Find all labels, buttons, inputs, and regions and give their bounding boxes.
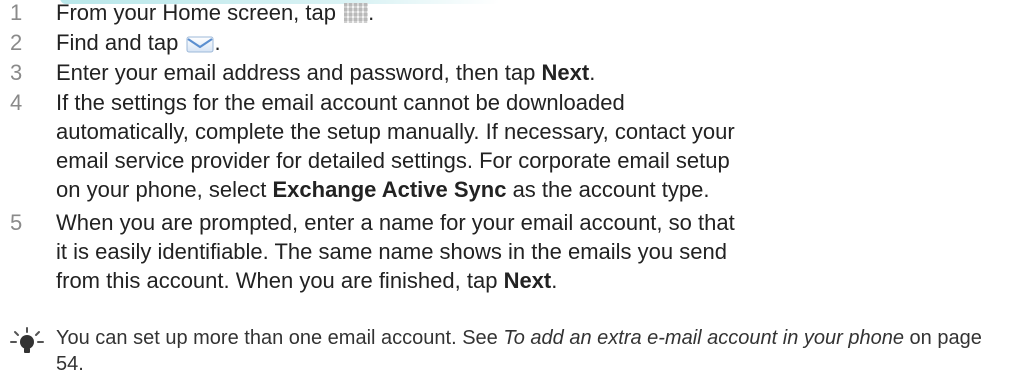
step-text: When you are prompted, enter a name for … [56, 208, 746, 295]
step-number: 4 [10, 90, 23, 115]
step-text: Find and tap . [56, 28, 746, 57]
step-text-part: . [214, 30, 221, 55]
step-text: If the settings for the email account ca… [56, 88, 746, 204]
step-number: 2 [10, 30, 23, 55]
step-text-bold: Exchange Active Sync [272, 177, 507, 202]
tip-page-reference[interactable]: To add an extra e-mail account in your p… [503, 327, 904, 349]
step-text-bold: Next [503, 268, 552, 293]
email-envelope-icon [186, 36, 214, 53]
step-text-bold: Next [541, 60, 590, 85]
step-text-part: . [589, 60, 596, 85]
step-number: 1 [10, 0, 23, 25]
app-grid-icon [344, 3, 369, 23]
step-number: 5 [10, 210, 23, 235]
tip-note: You can set up more than one email accou… [56, 325, 996, 377]
step-text-part: as the account type. [506, 177, 710, 202]
step-text: Enter your email address and password, t… [56, 58, 746, 87]
step-text-part: . [551, 268, 558, 293]
step-number: 3 [10, 60, 23, 85]
step-text-part: When you are prompted, enter a name for … [56, 210, 735, 293]
step-text-part: From your Home screen, tap [56, 0, 343, 25]
step-text-part: Enter your email address and password, t… [56, 60, 542, 85]
lightbulb-tip-icon [10, 327, 44, 353]
step-text-part: . [368, 0, 375, 25]
tip-text-part: You can set up more than one email accou… [56, 327, 504, 349]
step-text-part: Find and tap [56, 30, 185, 55]
step-text: From your Home screen, tap . [56, 0, 746, 27]
